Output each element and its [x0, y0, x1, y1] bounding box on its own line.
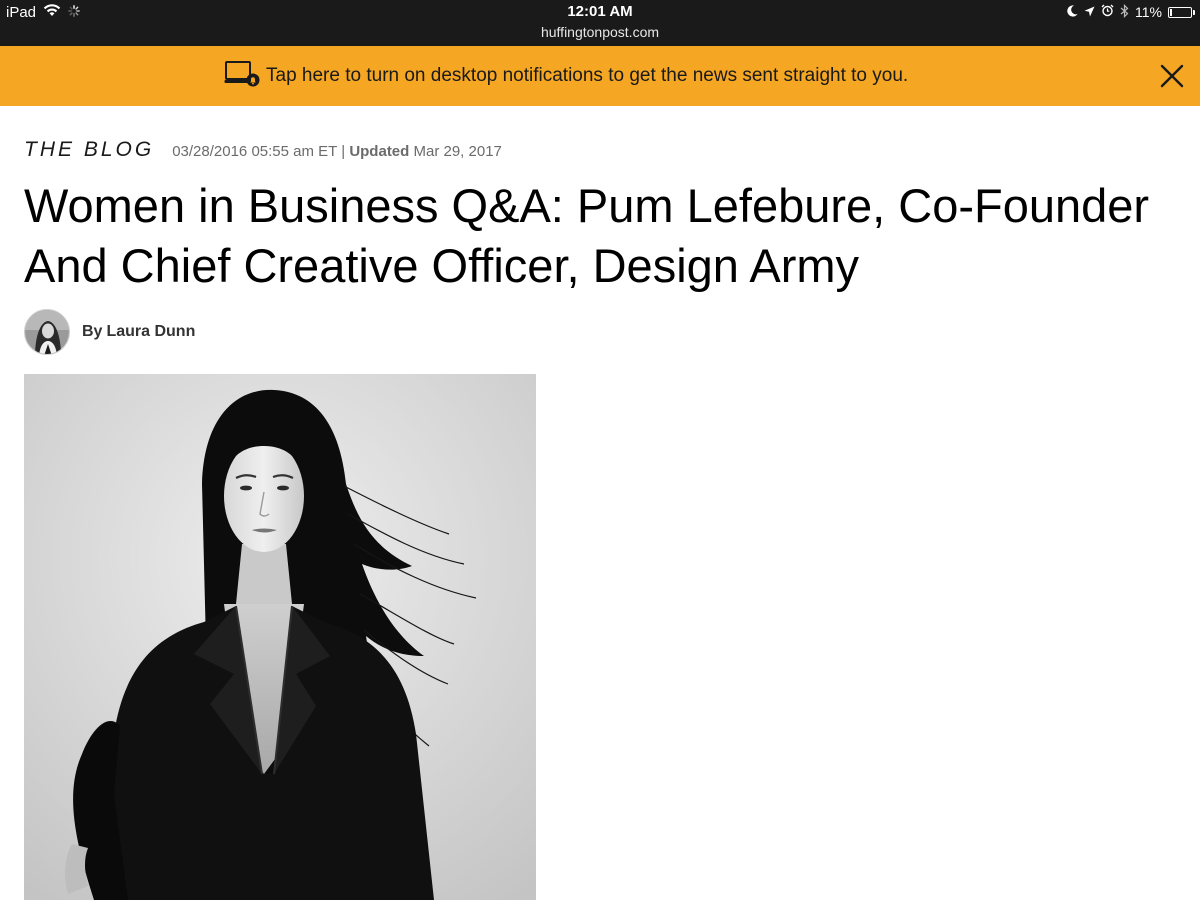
- address-bar-url[interactable]: huffingtonpost.com: [0, 23, 1200, 41]
- published-date: 03/28/2016 05:55 am ET: [172, 143, 338, 160]
- moon-icon: [1067, 4, 1078, 20]
- article-meta: THE BLOG 03/28/2016 05:55 am ET | Update…: [24, 138, 502, 162]
- byline-prefix: By: [82, 323, 103, 340]
- article-title: Women in Business Q&A: Pum Lefebure, Co-…: [24, 179, 1150, 292]
- banner-content[interactable]: Tap here to turn on desktop notification…: [224, 60, 908, 92]
- bluetooth-icon: [1120, 3, 1129, 21]
- browser-page: iPad 12:01 AM huffingtonpost.com 11% Tap…: [0, 0, 1200, 900]
- dateline: 03/28/2016 05:55 am ET | Updated Mar 29,…: [172, 143, 502, 160]
- location-arrow-icon: [1084, 4, 1095, 20]
- status-bar: iPad 12:01 AM huffingtonpost.com 11%: [0, 0, 1200, 46]
- author-link[interactable]: Laura Dunn: [106, 323, 195, 340]
- desktop-notification-icon: [224, 59, 260, 94]
- author-name[interactable]: By Laura Dunn: [82, 323, 195, 341]
- battery-level: [1170, 8, 1172, 16]
- alarm-clock-icon: [1101, 4, 1114, 20]
- hero-photo: [24, 374, 536, 900]
- status-bar-right: 11%: [1067, 3, 1195, 21]
- notification-banner[interactable]: Tap here to turn on desktop notification…: [0, 46, 1200, 106]
- battery-percent: 11%: [1135, 4, 1162, 20]
- updated-date: Mar 29, 2017: [413, 143, 502, 160]
- byline: By Laura Dunn: [24, 309, 195, 355]
- updated-label: Updated: [349, 143, 410, 160]
- battery-icon: [1168, 6, 1195, 18]
- status-time: 12:01 AM: [567, 3, 633, 20]
- close-icon[interactable]: [1158, 62, 1186, 90]
- banner-text[interactable]: Tap here to turn on desktop notification…: [266, 65, 908, 87]
- dateline-separator: |: [341, 143, 346, 160]
- author-avatar[interactable]: [24, 309, 70, 355]
- section-label[interactable]: THE BLOG: [24, 138, 154, 162]
